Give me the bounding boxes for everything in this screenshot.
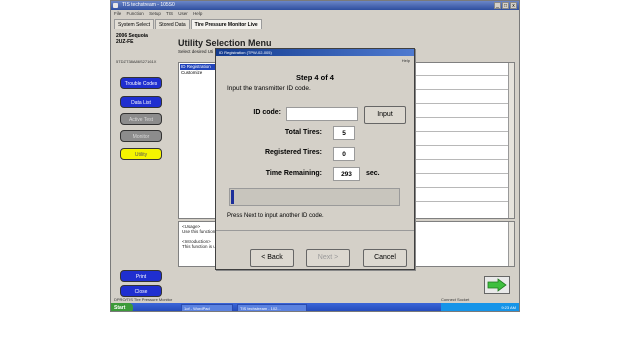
menu-function[interactable]: Function (127, 11, 144, 16)
clock: 9:23 AM (501, 305, 516, 310)
menu-setup[interactable]: Setup (149, 11, 161, 16)
id-code-input[interactable] (286, 107, 358, 121)
menu-user[interactable]: User (178, 11, 188, 16)
start-button[interactable]: Start (111, 303, 133, 311)
system-tray: 9:23 AM (441, 303, 519, 311)
minimize-button[interactable]: _ (494, 2, 501, 9)
id-code-label: ID code: (253, 109, 281, 116)
tab-strip: System Select Stored Data Tire Pressure … (114, 19, 263, 29)
registered-tires-label: Registered Tires: (264, 149, 322, 156)
maximize-button[interactable]: □ (502, 2, 509, 9)
print-button[interactable]: Print (120, 270, 162, 282)
time-remaining-value: 293 (333, 167, 360, 181)
right-arrow-icon (487, 278, 507, 292)
trouble-codes-button[interactable]: Trouble Codes (120, 77, 162, 89)
time-unit: sec. (366, 170, 380, 177)
status-left: DPRO/TIS Tire Pressure Monitor (114, 297, 173, 302)
close-button[interactable]: Close (120, 285, 162, 297)
info-scrollbar[interactable] (508, 222, 514, 266)
registration-progress-bar (229, 188, 400, 206)
tab-tire-pressure-monitor-live[interactable]: Tire Pressure Monitor Live (190, 19, 262, 29)
tab-stored-data[interactable]: Stored Data (154, 19, 190, 29)
vehicle-info: 2006 Sequoia 2UZ-FE (116, 33, 148, 45)
step-indicator: Step 4 of 4 (296, 73, 334, 82)
dialog-note: Press Next to input another ID code. (227, 213, 324, 219)
left-panel: 2006 Sequoia 2UZ-FE 5TDZT38A86S27161X Tr… (111, 30, 173, 300)
menu-bar: File Function Setup TIS User Help (111, 10, 519, 18)
window-controls: _ □ x (494, 2, 517, 9)
cancel-button[interactable]: Cancel (363, 249, 407, 267)
back-button[interactable]: < Back (250, 249, 294, 267)
vehicle-vin: 5TDZT38A86S27161X (116, 59, 157, 64)
taskbar: Start 1of - WordPad TIS techstream - 102… (111, 303, 519, 311)
data-list-button[interactable]: Data List (120, 96, 162, 108)
total-tires-label: Total Tires: (284, 129, 322, 136)
input-button[interactable]: Input (364, 106, 406, 124)
window-titlebar: TIS techstream - 105S0 _ □ x (111, 1, 519, 10)
monitor-button[interactable]: Monitor (120, 130, 162, 142)
introduction-text: This function is us (182, 244, 219, 249)
id-registration-dialog: ID Registration (TPW-02-005) Help Step 4… (215, 48, 415, 270)
page-title: Utility Selection Menu (178, 38, 272, 48)
next-button[interactable]: Next > (306, 249, 350, 267)
registered-tires-value: 0 (333, 147, 355, 161)
usage-text: Use this function (182, 229, 216, 234)
list-item-customize[interactable]: Customize (180, 70, 220, 76)
dialog-prompt: Input the transmitter ID code. (227, 85, 311, 92)
app-screen: TIS techstream - 105S0 _ □ x File Functi… (110, 0, 520, 312)
tab-system-select[interactable]: System Select (114, 19, 154, 29)
total-tires-value: 5 (333, 126, 355, 140)
dialog-divider (216, 230, 414, 231)
list-scrollbar[interactable] (508, 63, 514, 218)
close-window-button[interactable]: x (510, 2, 517, 9)
utility-button[interactable]: Utility (120, 148, 162, 160)
window-title: TIS techstream - 105S0 (122, 2, 175, 8)
menu-file[interactable]: File (114, 11, 121, 16)
dialog-title: ID Registration (TPW-02-005) (216, 49, 414, 56)
next-arrow-button[interactable] (484, 276, 510, 294)
taskbar-item-techstream[interactable]: TIS techstream - 102... (237, 304, 307, 311)
menu-tis[interactable]: TIS (166, 11, 173, 16)
time-remaining-label: Time Remaining: (265, 170, 322, 177)
taskbar-item-wordpad[interactable]: 1of - WordPad (181, 304, 233, 311)
app-icon (113, 3, 118, 8)
progress-fill (231, 190, 234, 204)
dialog-help-link[interactable]: Help (402, 58, 410, 63)
menu-help[interactable]: Help (193, 11, 202, 16)
page-subtitle: Select desired Uti (178, 49, 214, 54)
vehicle-engine: 2UZ-FE (116, 39, 134, 45)
active-test-button[interactable]: Active Test (120, 113, 162, 125)
